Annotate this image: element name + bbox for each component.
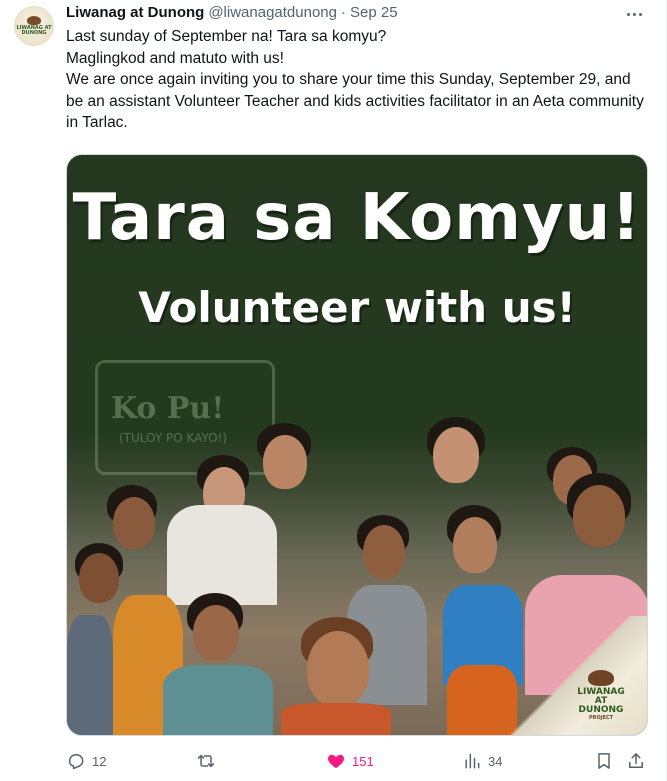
child-face: [113, 497, 155, 549]
child-face: [307, 631, 369, 707]
author-avatar[interactable]: LIWANAG AT DUNONG: [14, 6, 54, 46]
views-count: 34: [488, 753, 503, 769]
tweet-line: Maglingkod and matuto with us!: [66, 49, 284, 67]
child-shirt: [281, 703, 391, 735]
more-dot-icon: [638, 12, 642, 16]
child-face: [573, 485, 625, 547]
child-shirt: [163, 665, 273, 735]
views-icon: [465, 753, 480, 769]
child-face: [363, 525, 405, 579]
more-dot-icon: [632, 12, 636, 16]
corner-logo-line3: PROJECT: [588, 715, 614, 721]
tweet-line: We are once again inviting you to share …: [66, 71, 644, 131]
child-shirt: [67, 615, 113, 735]
views-button[interactable]: 34: [462, 750, 502, 772]
image-headline: Tara sa Komyu!: [72, 181, 642, 255]
corner-logo-line2: AT DUNONG: [578, 696, 624, 715]
repost-icon: [197, 754, 215, 768]
tweet-image[interactable]: Ko Pu! (TULOY PO KAYO!) Tara sa Komyu! V…: [66, 154, 648, 736]
author-handle[interactable]: @liwanagatdunong: [208, 4, 337, 21]
author-display-name[interactable]: Liwanag at Dunong: [66, 4, 204, 21]
logo-mark-icon: [27, 16, 41, 25]
image-subheadline: Volunteer with us!: [138, 283, 576, 332]
tweet-actions: 12 151 34: [66, 750, 646, 772]
tweet-date[interactable]: Sep 25: [350, 4, 398, 21]
corner-logo-mark-icon: [588, 670, 614, 686]
heart-icon: [328, 754, 344, 769]
child-shirt: [167, 505, 277, 605]
share-icon: [629, 753, 643, 768]
reply-button[interactable]: 12: [66, 750, 106, 772]
repost-button[interactable]: [196, 750, 222, 772]
bookmark-icon: [598, 753, 610, 769]
reply-count: 12: [92, 753, 107, 769]
reply-icon: [69, 754, 84, 770]
avatar-logo-text: LIWANAG AT DUNONG: [16, 25, 52, 36]
background-sign-subtext: (TULOY PO KAYO!): [119, 431, 228, 445]
more-options-button[interactable]: [622, 4, 646, 24]
bookmark-button[interactable]: [594, 750, 614, 772]
share-button[interactable]: [626, 750, 646, 772]
child-face: [79, 553, 119, 603]
tweet-header: Liwanag at Dunong @liwanagatdunong · Sep…: [66, 4, 398, 21]
child-face: [453, 517, 497, 573]
like-count: 151: [352, 753, 374, 769]
child-face: [433, 427, 479, 483]
tweet-line: Last sunday of September na! Tara sa kom…: [66, 28, 387, 45]
background-sign-text: Ko Pu!: [111, 391, 225, 426]
tweet-text: Last sunday of September na! Tara sa kom…: [66, 26, 646, 134]
header-separator: ·: [341, 4, 346, 21]
like-button[interactable]: 151: [326, 750, 374, 772]
more-dot-icon: [626, 12, 630, 16]
corner-logo: LIWANAG AT DUNONG PROJECT: [571, 670, 631, 721]
child-face: [193, 605, 239, 661]
tweet-card[interactable]: LIWANAG AT DUNONG Liwanag at Dunong @liw…: [0, 0, 667, 781]
child-face: [263, 435, 307, 489]
